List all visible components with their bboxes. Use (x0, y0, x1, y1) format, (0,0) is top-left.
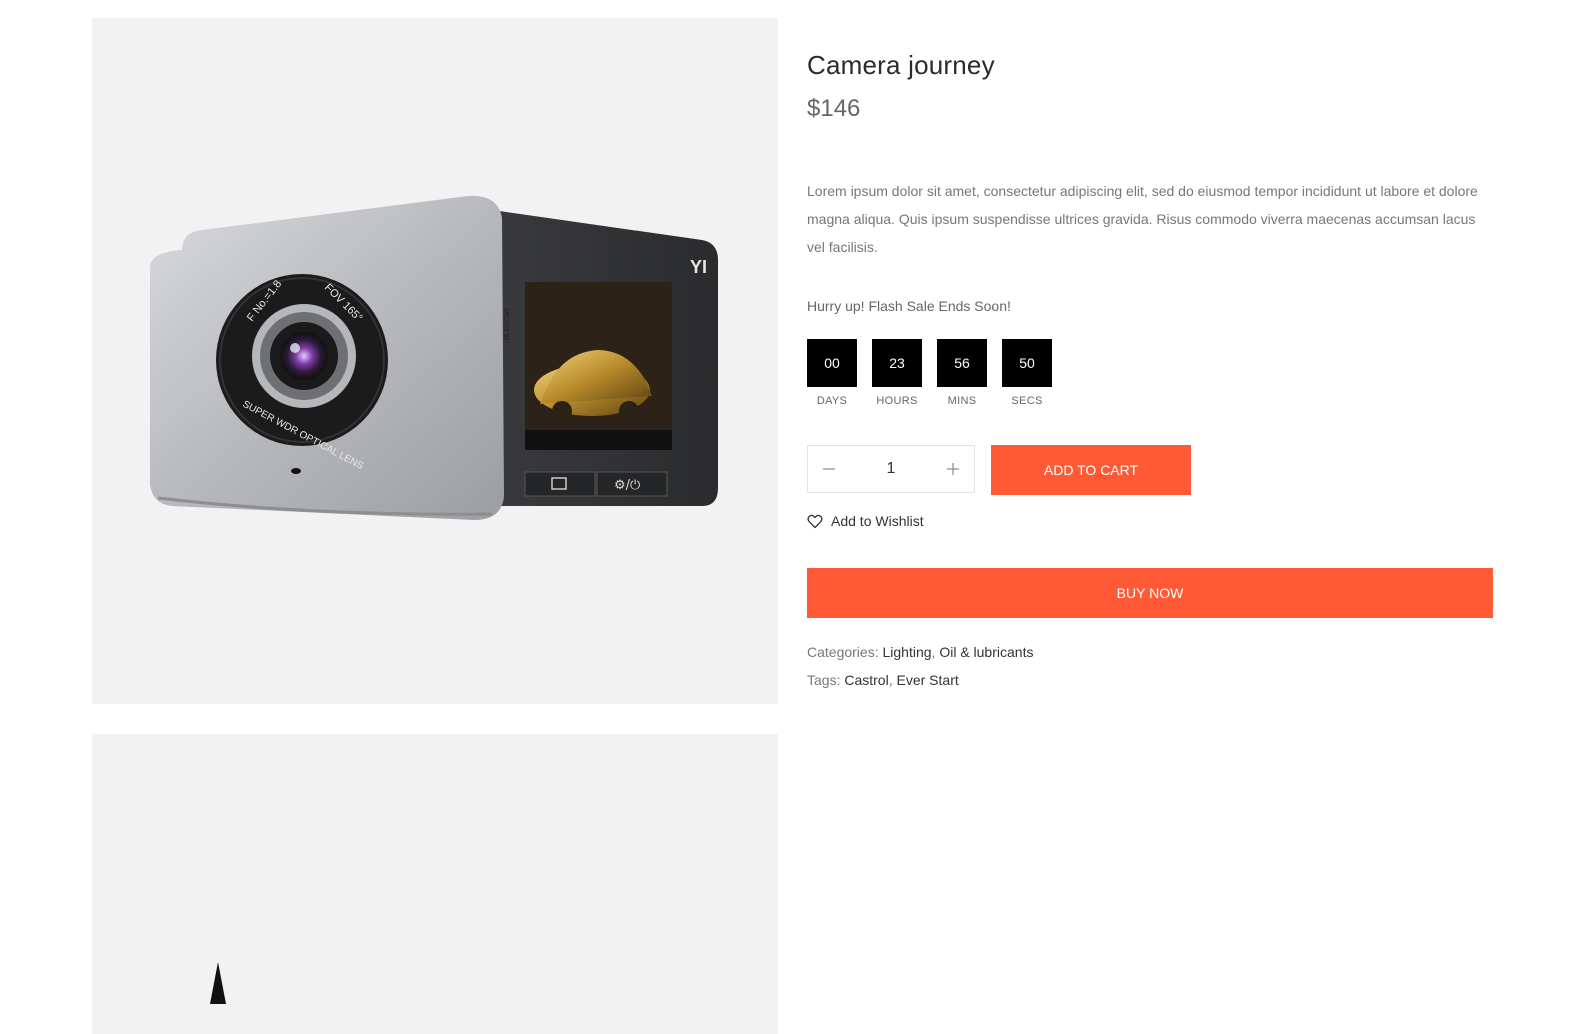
countdown-value: 50 (1002, 339, 1052, 387)
countdown-days: 00 DAYS (807, 339, 857, 407)
countdown-value: 00 (807, 339, 857, 387)
tag-link-ever-start[interactable]: Ever Start (897, 672, 959, 688)
product-categories: Categories: Lighting, Oil & lubricants (807, 644, 1034, 660)
product-title: Camera journey (807, 50, 995, 80)
lens (280, 332, 328, 380)
product-description: Lorem ipsum dolor sit amet, consectetur … (807, 183, 1478, 255)
countdown-value: 23 (872, 339, 922, 387)
heart-icon (807, 514, 823, 528)
dashcam-illustration: YI ⚙/⏻ MICRO SD F No.=1.8 FOV 165° SUPER… (150, 195, 718, 520)
wishlist-label: Add to Wishlist (831, 513, 924, 529)
countdown-value: 56 (937, 339, 987, 387)
countdown-label: MINS (947, 395, 977, 407)
product-secondary-illustration (210, 962, 226, 1004)
settings-power-icon: ⚙/⏻ (614, 478, 640, 493)
plus-icon (947, 463, 959, 475)
tags-label: Tags: (807, 672, 841, 688)
quantity-input[interactable]: 1 (850, 460, 932, 478)
quantity-stepper: 1 (807, 445, 975, 493)
brand-label: YI (690, 257, 707, 277)
countdown-secs: 50 SECS (1002, 339, 1052, 407)
tag-link-castrol[interactable]: Castrol (844, 672, 888, 688)
led-indicator (291, 468, 301, 474)
product-price: $146 (807, 95, 861, 122)
decrease-quantity-button[interactable] (808, 446, 850, 492)
countdown-label: HOURS (876, 395, 918, 407)
categories-label: Categories: (807, 644, 879, 660)
product-image-secondary[interactable] (92, 734, 778, 1034)
category-link-oil-lubricants[interactable]: Oil & lubricants (939, 644, 1033, 660)
minus-icon (823, 468, 835, 470)
product-image-main[interactable]: YI ⚙/⏻ MICRO SD F No.=1.8 FOV 165° SUPER… (92, 18, 778, 704)
category-link-lighting[interactable]: Lighting (882, 644, 931, 660)
countdown-label: SECS (1011, 395, 1043, 407)
slot-label: MICRO SD (502, 308, 509, 343)
countdown-hours: 23 HOURS (872, 339, 922, 407)
buy-now-button[interactable]: BUY NOW (807, 568, 1493, 618)
increase-quantity-button[interactable] (932, 446, 974, 492)
countdown-mins: 56 MINS (937, 339, 987, 407)
add-to-cart-button[interactable]: ADD TO CART (991, 445, 1191, 495)
countdown-timer: 00 DAYS 23 HOURS 56 MINS 50 SECS (807, 339, 1052, 407)
product-tags: Tags: Castrol, Ever Start (807, 672, 959, 688)
add-to-wishlist-link[interactable]: Add to Wishlist (807, 513, 924, 529)
flash-sale-heading: Hurry up! Flash Sale Ends Soon! (807, 298, 1011, 314)
countdown-label: DAYS (816, 395, 848, 407)
